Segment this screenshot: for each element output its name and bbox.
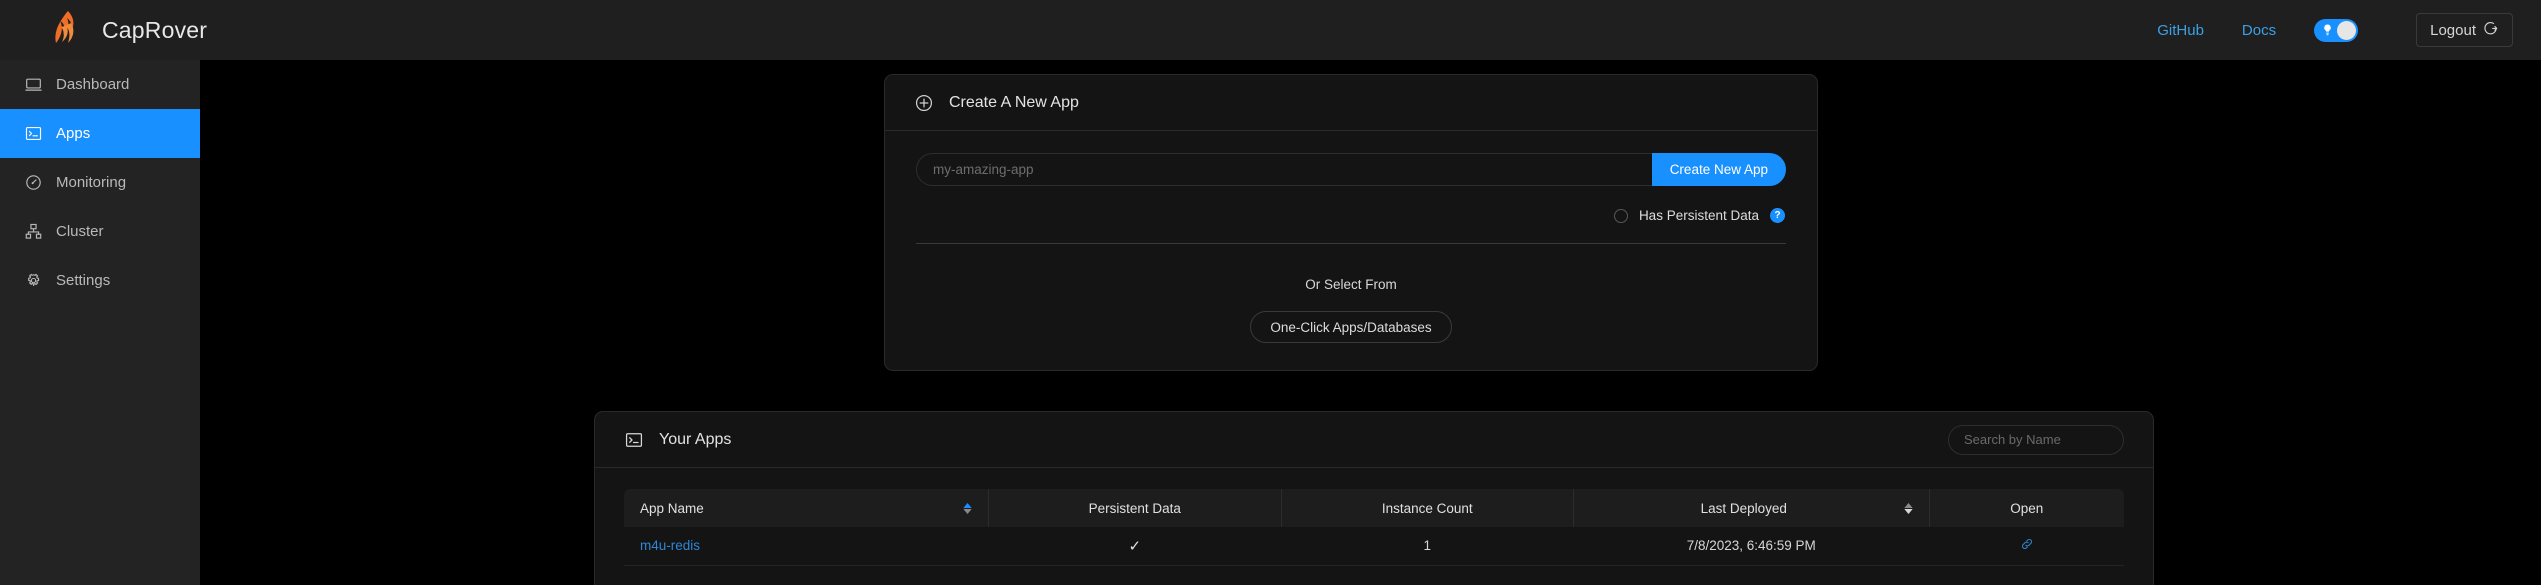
external-link-icon[interactable] — [2020, 537, 2034, 554]
cluster-icon — [25, 223, 42, 240]
apps-table-wrap: App Name Persistent Data Instance Count … — [595, 468, 2153, 566]
brand: CapRover — [48, 10, 207, 50]
has-persistent-data-radio[interactable] — [1613, 208, 1628, 223]
sort-toggle-last-deployed[interactable] — [1903, 502, 1913, 514]
logout-icon — [2484, 21, 2499, 40]
create-app-title: Create A New App — [949, 93, 1079, 111]
caprover-logo-icon — [48, 10, 82, 50]
sidebar-item-label: Apps — [56, 125, 91, 142]
question-circle-icon[interactable]: ? — [1770, 208, 1785, 223]
theme-toggle[interactable] — [2314, 18, 2359, 42]
main-content: Create A New App Create New App Has Pers… — [200, 60, 2541, 585]
chevron-down-icon — [963, 508, 972, 514]
column-header-open: Open — [1929, 489, 2124, 527]
gear-icon — [25, 272, 42, 289]
apps-table-header: App Name Persistent Data Instance Count … — [624, 489, 2124, 527]
sidebar-item-dashboard[interactable]: Dashboard — [0, 60, 200, 109]
your-apps-card-header: Your Apps — [595, 412, 2153, 468]
app-name-row: Create New App — [916, 153, 1786, 186]
console-icon — [625, 431, 643, 449]
search-input[interactable] — [1948, 424, 2124, 455]
app-name-link[interactable]: m4u-redis — [640, 538, 700, 553]
apps-table: App Name Persistent Data Instance Count … — [624, 489, 2124, 566]
column-header-app-name[interactable]: App Name — [624, 489, 989, 527]
desktop-icon — [25, 76, 42, 93]
apps-table-body: m4u-redis ✓ 1 7/8/2023, 6:46:59 PM — [624, 527, 2124, 566]
column-label: Instance Count — [1381, 500, 1473, 516]
create-app-body: Create New App Has Persistent Data ? Or … — [885, 131, 1817, 343]
sidebar-item-monitoring[interactable]: Monitoring — [0, 158, 200, 207]
dashboard-gauge-icon — [25, 174, 42, 191]
sidebar-item-label: Dashboard — [56, 76, 130, 93]
chevron-down-icon — [1903, 508, 1913, 514]
check-icon: ✓ — [1128, 537, 1142, 555]
sidebar-item-label: Settings — [56, 272, 111, 289]
sidebar-item-label: Monitoring — [56, 174, 127, 191]
cell-instance-count: 1 — [1281, 527, 1574, 566]
sidebar-item-apps[interactable]: Apps — [0, 109, 200, 158]
cell-app-name: m4u-redis — [624, 527, 989, 566]
your-apps-title: Your Apps — [659, 430, 732, 448]
cell-persistent-data: ✓ — [988, 527, 1281, 566]
github-link[interactable]: GitHub — [2157, 22, 2204, 39]
column-header-instance-count: Instance Count — [1281, 489, 1574, 527]
create-app-card-header: Create A New App — [885, 75, 1817, 131]
logout-button[interactable]: Logout — [2416, 13, 2513, 47]
create-new-app-button[interactable]: Create New App — [1651, 153, 1786, 186]
chevron-up-icon — [1903, 502, 1913, 508]
your-apps-card: Your Apps App Name — [594, 411, 2154, 585]
divider — [916, 243, 1786, 244]
column-label: App Name — [640, 500, 704, 516]
sidebar: Dashboard Apps Monitoring Cluster Settin… — [0, 60, 200, 585]
has-persistent-data-label: Has Persistent Data — [1638, 208, 1759, 223]
console-icon — [25, 125, 42, 142]
or-select-from-label: Or Select From — [1305, 277, 1397, 292]
one-click-apps-databases-button[interactable]: One-Click Apps/Databases — [1250, 311, 1452, 343]
column-label: Last Deployed — [1700, 500, 1787, 516]
toggle-knob — [2337, 20, 2357, 40]
plus-circle-icon — [915, 94, 933, 112]
top-header: CapRover GitHub Docs Logout — [0, 0, 2541, 60]
app-name-input[interactable] — [916, 153, 1652, 186]
sidebar-item-cluster[interactable]: Cluster — [0, 207, 200, 256]
column-header-persistent-data: Persistent Data — [988, 489, 1282, 527]
column-header-last-deployed[interactable]: Last Deployed — [1573, 489, 1930, 527]
column-label: Persistent Data — [1088, 500, 1181, 516]
brand-name: CapRover — [102, 16, 208, 43]
persistent-data-row: Has Persistent Data ? — [916, 208, 1786, 223]
sidebar-item-label: Cluster — [56, 223, 104, 240]
sort-toggle-app-name[interactable] — [963, 502, 972, 514]
chevron-up-icon — [963, 502, 972, 508]
column-label: Open — [2010, 500, 2044, 516]
docs-link[interactable]: Docs — [2242, 22, 2276, 39]
create-app-card: Create A New App Create New App Has Pers… — [884, 74, 1818, 371]
one-click-wrap: One-Click Apps/Databases — [916, 311, 1786, 343]
cell-open — [1929, 527, 2124, 566]
table-row: m4u-redis ✓ 1 7/8/2023, 6:46:59 PM — [624, 527, 2124, 566]
logout-button-label: Logout — [2430, 21, 2476, 39]
table-header-row: App Name Persistent Data Instance Count … — [624, 489, 2124, 527]
sidebar-item-settings[interactable]: Settings — [0, 256, 200, 305]
header-actions: GitHub Docs Logout — [2157, 13, 2541, 47]
cell-last-deployed: 7/8/2023, 6:46:59 PM — [1573, 527, 1929, 566]
lightbulb-icon — [2320, 23, 2335, 38]
